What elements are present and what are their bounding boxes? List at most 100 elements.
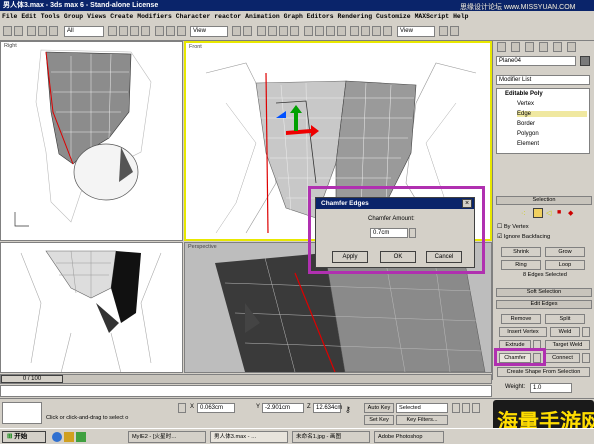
key-selection-dropdown[interactable]: Selected [396, 403, 448, 413]
render-scene-icon[interactable] [383, 26, 392, 36]
spinner-snap-icon[interactable] [290, 26, 299, 36]
prev-frame-icon[interactable] [452, 403, 460, 413]
hierarchy-tab-icon[interactable] [525, 42, 534, 52]
task-myie2[interactable]: MyIE2 - [火星时… [128, 431, 206, 443]
target-weld-button[interactable]: Target Weld [545, 340, 590, 350]
menu-item-views[interactable]: Views [87, 13, 106, 20]
lock-icon[interactable] [178, 403, 186, 413]
vertex-mode-icon[interactable]: ·: [521, 210, 525, 217]
layer-icon[interactable] [337, 26, 346, 36]
link-icon[interactable] [27, 26, 36, 36]
motion-tab-icon[interactable] [539, 42, 548, 52]
menu-item-rendering[interactable]: Rendering [338, 13, 373, 20]
menu-item-graph-editors[interactable]: Graph Editors [284, 13, 334, 20]
select-by-name-icon[interactable] [119, 26, 128, 36]
create-shape-button[interactable]: Create Shape From Selection [497, 367, 590, 377]
split-button[interactable]: Split [545, 314, 585, 324]
soft-selection-rollout-header[interactable]: Soft Selection [496, 288, 592, 297]
display-tab-icon[interactable] [553, 42, 562, 52]
menu-item-maxscript[interactable]: MAXScript [415, 13, 450, 20]
move-icon[interactable] [155, 26, 164, 36]
redo-icon[interactable] [14, 26, 23, 36]
percent-snap-icon[interactable] [279, 26, 288, 36]
track-bar[interactable] [0, 385, 492, 397]
angle-snap-icon[interactable] [268, 26, 277, 36]
material-editor-icon[interactable] [372, 26, 381, 36]
time-slider[interactable]: 0 / 100 [0, 374, 492, 384]
named-selection-icon[interactable] [304, 26, 313, 36]
menu-item-edit[interactable]: Edit [21, 13, 36, 20]
time-slider-handle[interactable]: 0 / 100 [1, 375, 63, 383]
set-key-button[interactable]: Set Key [364, 415, 394, 425]
connect-button[interactable]: Connect [545, 353, 580, 363]
modify-tab-icon[interactable] [511, 42, 520, 52]
rotate-icon[interactable] [166, 26, 175, 36]
task-3dsmax[interactable]: 男人体3.max - … [210, 431, 288, 443]
stack-item-vertex[interactable]: Vertex [517, 101, 534, 107]
stack-item-edge[interactable]: Edge [517, 111, 587, 117]
by-vertex-checkbox[interactable]: ☐ By Vertex [497, 224, 529, 230]
desktop-icon[interactable] [64, 432, 74, 442]
window-crossing-icon[interactable] [141, 26, 150, 36]
auto-key-button[interactable]: Auto Key [364, 403, 394, 413]
play-icon[interactable] [462, 403, 470, 413]
menu-item-group[interactable]: Group [64, 13, 83, 20]
ring-button[interactable]: Ring [501, 260, 541, 270]
stack-item-polygon[interactable]: Polygon [517, 131, 539, 137]
key-filters-button[interactable]: Key Filters... [396, 415, 448, 425]
selection-filter-dropdown[interactable]: All [64, 26, 104, 37]
stack-item-border[interactable]: Border [517, 121, 535, 127]
rect-select-icon[interactable] [130, 26, 139, 36]
object-color-swatch[interactable] [580, 56, 590, 66]
pivot-icon[interactable] [232, 26, 241, 36]
render-last-icon[interactable] [450, 26, 459, 36]
schematic-view-icon[interactable] [361, 26, 370, 36]
menu-item-reactor[interactable]: reactor [214, 13, 241, 20]
menu-item-animation[interactable]: Animation [245, 13, 280, 20]
task-paint[interactable]: 未命名1.jpg - 画图 [292, 431, 370, 443]
menu-item-create[interactable]: Create [110, 13, 133, 20]
menu-item-character[interactable]: Character [176, 13, 211, 20]
selection-rollout-header[interactable]: Selection [496, 196, 592, 205]
utilities-tab-icon[interactable] [567, 42, 576, 52]
menu-item-customize[interactable]: Customize [376, 13, 411, 20]
border-mode-icon[interactable]: ◁ [546, 209, 551, 217]
curve-editor-icon[interactable] [350, 26, 359, 36]
unlink-icon[interactable] [38, 26, 47, 36]
menu-item-file[interactable]: File [2, 13, 17, 20]
render-type-dropdown[interactable]: View [397, 26, 435, 37]
viewport-right[interactable]: Right [0, 41, 183, 241]
shrink-button[interactable]: Shrink [501, 247, 541, 257]
maxscript-listener[interactable] [2, 402, 42, 424]
menu-item-tools[interactable]: Tools [41, 13, 60, 20]
stack-item-editable-poly[interactable]: Editable Poly [505, 91, 543, 97]
insert-vertex-button[interactable]: Insert Vertex [499, 327, 547, 337]
grow-button[interactable]: Grow [545, 247, 585, 257]
menu-item-help[interactable]: Help [453, 13, 468, 20]
viewport-left[interactable] [0, 242, 183, 373]
weld-settings-icon[interactable] [582, 327, 590, 337]
menu-item-modifiers[interactable]: Modifiers [137, 13, 172, 20]
snap-icon[interactable] [257, 26, 266, 36]
select-manipulate-icon[interactable] [243, 26, 252, 36]
polygon-mode-icon[interactable]: ■ [557, 209, 561, 216]
undo-icon[interactable] [3, 26, 12, 36]
ignore-backfacing-checkbox[interactable]: ☑ Ignore Backfacing [497, 234, 550, 240]
next-frame-icon[interactable] [472, 403, 480, 413]
quick-render-icon[interactable] [439, 26, 448, 36]
create-tab-icon[interactable] [497, 42, 506, 52]
stack-item-element[interactable]: Element [517, 141, 539, 147]
scale-icon[interactable] [177, 26, 186, 36]
quicklaunch-icon[interactable] [76, 432, 86, 442]
y-coordinate-field[interactable]: -2.901cm [262, 403, 304, 413]
start-button[interactable]: ⊞ 开始 [2, 431, 46, 443]
remove-button[interactable]: Remove [501, 314, 541, 324]
task-photoshop[interactable]: Adobe Photoshop [374, 431, 444, 443]
element-mode-icon[interactable]: ◆ [568, 209, 573, 217]
align-icon[interactable] [326, 26, 335, 36]
select-icon[interactable] [108, 26, 117, 36]
edit-edges-rollout-header[interactable]: Edit Edges [496, 300, 592, 309]
object-name-field[interactable]: Plane04 [496, 56, 576, 66]
key-icon[interactable]: ⚷ [345, 405, 351, 414]
weight-field[interactable]: 1.0 [530, 383, 572, 393]
